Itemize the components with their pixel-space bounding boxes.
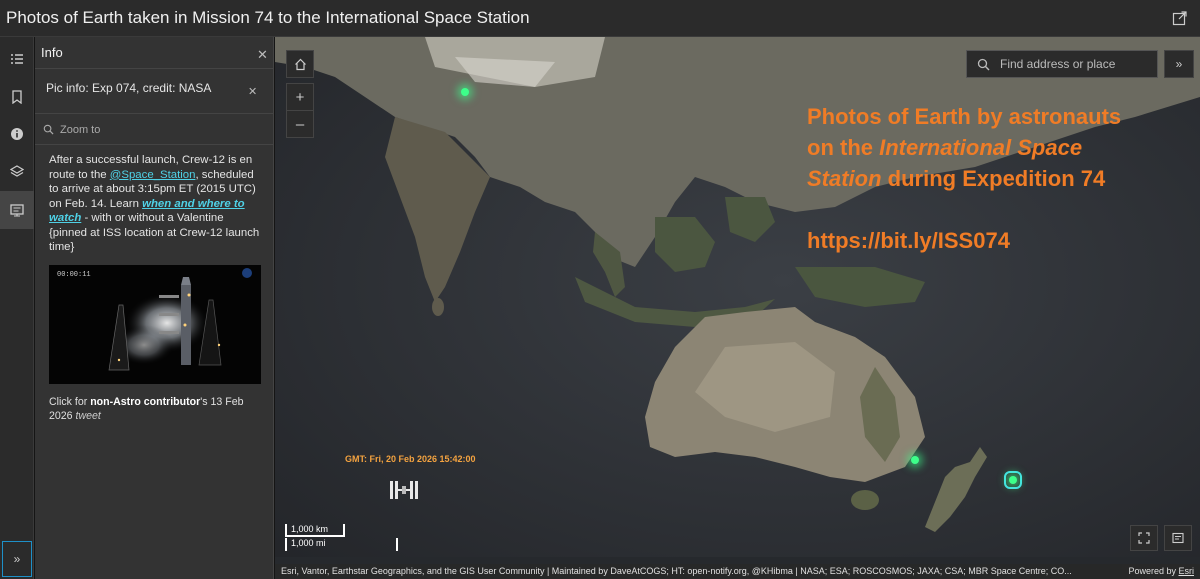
map-text-overlay: Photos of Earth by astronauts on the Int…	[807, 101, 1177, 256]
overlay-line-3-italic: Station	[807, 166, 882, 191]
space-station-handle-link[interactable]: @Space_Station	[110, 169, 196, 181]
zoom-to-label: Zoom to	[60, 123, 101, 136]
home-icon	[294, 58, 306, 70]
overlay-line-3-post: during Expedition 74	[881, 166, 1106, 191]
scale-mi: 1,000 mi	[285, 538, 398, 551]
rail-info-button[interactable]	[0, 191, 34, 229]
bookmark-icon	[12, 90, 22, 104]
fullscreen-button[interactable]	[1130, 525, 1158, 551]
zoom-out-button[interactable]: –	[286, 110, 314, 138]
powered-prefix: Powered by	[1128, 566, 1179, 576]
powered-by: Powered by Esri	[1122, 564, 1194, 579]
close-popup-icon[interactable]: ✕	[248, 86, 257, 99]
list-icon	[11, 54, 23, 64]
zoom-out-icon: –	[295, 115, 305, 133]
app-title: Photos of Earth taken in Mission 74 to t…	[6, 8, 530, 27]
launch-photo: 00:00:11	[49, 265, 261, 384]
popup-body: After a successful launch, Crew-12 is en…	[49, 153, 263, 255]
search-input[interactable]: Find address or place	[966, 50, 1158, 78]
panel-title: Info	[41, 45, 63, 60]
map-view[interactable]: + – Find address or place » Photos of Ea…	[275, 37, 1200, 579]
search-icon	[977, 58, 990, 70]
rail-about-button[interactable]	[0, 115, 34, 153]
scale-bar: 1,000 km 1,000 mi	[285, 524, 400, 552]
info-panel: Info ✕ Pic info: Exp 074, credit: NASA ✕…	[35, 37, 274, 579]
esri-link[interactable]: Esri	[1179, 566, 1195, 576]
photo-marker-india[interactable]	[461, 88, 469, 96]
side-rail: »	[0, 37, 34, 579]
double-chevron-icon: »	[1175, 57, 1183, 71]
home-button[interactable]	[286, 50, 314, 78]
search-expand-button[interactable]: »	[1164, 50, 1194, 78]
attribution-text: Esri, Vantor, Earthstar Geographics, and…	[281, 566, 1072, 576]
tweet-label[interactable]: tweet	[76, 410, 101, 422]
gmt-time-label: GMT: Fri, 20 Feb 2026 15:42:00	[345, 454, 476, 464]
app-root: Photos of Earth taken in Mission 74 to t…	[0, 0, 1200, 579]
rail-layers-button[interactable]	[0, 153, 34, 191]
body-text-3: - with or without a Valentine {pinned at…	[49, 212, 260, 253]
panel-header: Info	[35, 37, 273, 69]
legend-icon	[1172, 532, 1184, 544]
overlay-line-2-italic: International Space	[879, 135, 1083, 160]
layers-icon	[10, 165, 24, 177]
selected-marker-dot	[1009, 476, 1017, 484]
info-icon	[11, 128, 23, 140]
fullscreen-icon	[1138, 532, 1150, 544]
iss-icon[interactable]	[388, 479, 420, 501]
contributor-credit: Click for non-Astro contributor's 13 Feb…	[49, 395, 263, 423]
zoom-in-button[interactable]: +	[286, 83, 314, 111]
launch-thumbnail[interactable]: 00:00:11	[49, 265, 261, 384]
zoom-to-button[interactable]: Zoom to	[35, 115, 273, 145]
scale-km: 1,000 km	[285, 524, 345, 537]
selected-photo-marker[interactable]	[1004, 471, 1022, 489]
map-attribution: Esri, Vantor, Earthstar Geographics, and…	[275, 564, 1200, 579]
credit-prefix: Click for	[49, 396, 91, 408]
thumb-timer: 00:00:11	[57, 271, 91, 279]
photo-marker-nz[interactable]	[911, 456, 919, 464]
legend-button[interactable]	[1164, 525, 1192, 551]
slideshow-icon	[10, 204, 24, 217]
contributor-name[interactable]: non-Astro contributor	[90, 396, 200, 408]
share-icon[interactable]	[1172, 10, 1188, 26]
overlay-line-1: Photos of Earth by astronauts	[807, 104, 1122, 129]
pic-info-text: Pic info: Exp 074, credit: NASA	[46, 81, 212, 95]
zoom-in-icon: +	[295, 88, 305, 106]
zoom-magnifier-icon	[43, 124, 54, 135]
rail-legend-button[interactable]	[0, 41, 34, 79]
expand-icon: »	[13, 552, 21, 566]
nasa-logo-icon	[242, 268, 252, 278]
expand-rail-button[interactable]: »	[2, 541, 32, 577]
rail-bookmarks-button[interactable]	[0, 78, 34, 116]
search-placeholder: Find address or place	[1000, 57, 1116, 71]
overlay-line-2-pre: on the	[807, 135, 880, 160]
overlay-link[interactable]: https://bit.ly/ISS074	[807, 225, 1177, 256]
app-header: Photos of Earth taken in Mission 74 to t…	[0, 0, 1200, 37]
close-panel-icon[interactable]: ✕	[257, 48, 268, 61]
popup-title: Pic info: Exp 074, credit: NASA	[35, 70, 273, 114]
